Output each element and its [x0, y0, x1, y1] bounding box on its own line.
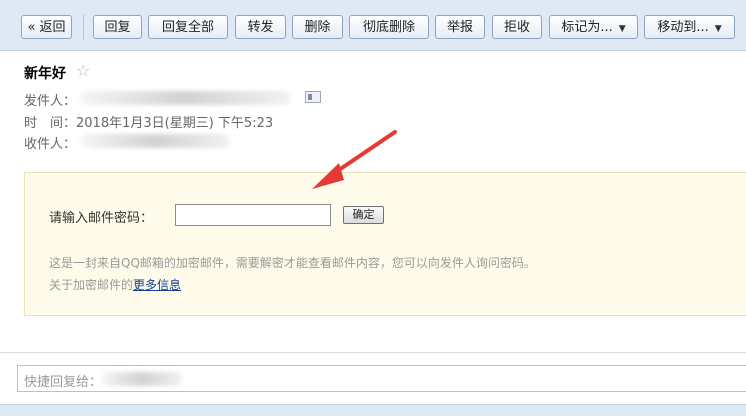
chevron-down-icon: ▼: [618, 24, 626, 34]
sender-label: 发件人：: [24, 94, 77, 109]
recipient-label: 收件人：: [24, 137, 77, 152]
report-button[interactable]: 举报: [435, 15, 485, 39]
time-row: 时 间：2018年1月3日(星期三) 下午5:23: [24, 112, 273, 131]
confirm-button[interactable]: 确定: [343, 206, 384, 224]
more-info-prefix: 关于加密邮件的: [49, 278, 134, 292]
password-label: 请输入邮件密码：: [49, 211, 154, 226]
time-value: 2018年1月3日(星期三) 下午5:23: [76, 116, 274, 131]
more-info-row: 关于加密邮件的更多信息: [49, 276, 181, 293]
sender-redacted: [80, 91, 290, 105]
divider: [0, 352, 746, 353]
encryption-hint: 这是一封来自QQ邮箱的加密邮件，需要解密才能查看邮件内容，您可以向发件人询问密码…: [49, 256, 536, 270]
delete-forever-button[interactable]: 彻底删除: [349, 15, 429, 39]
move-to-dropdown[interactable]: 移动到... ▼: [644, 15, 735, 39]
reject-button[interactable]: 拒收: [492, 15, 542, 39]
password-input[interactable]: [175, 204, 331, 226]
quick-reply-placeholder: 快捷回复给：: [24, 375, 103, 390]
more-info-link[interactable]: 更多信息: [133, 278, 181, 292]
chevron-down-icon: ▼: [714, 24, 722, 34]
encrypted-mail-panel: 请输入邮件密码： 确定 这是一封来自QQ邮箱的加密邮件，需要解密才能查看邮件内容…: [24, 172, 746, 316]
quick-reply-input[interactable]: 快捷回复给：: [17, 365, 746, 392]
mail-header: 新年好 ☆ 发件人： 时 间：2018年1月3日(星期三) 下午5:23 收件人…: [0, 51, 746, 155]
forward-button[interactable]: 转发: [235, 15, 286, 39]
mark-as-dropdown[interactable]: 标记为... ▼: [549, 15, 638, 39]
move-to-label: 移动到...: [657, 20, 709, 35]
delete-button[interactable]: 删除: [292, 15, 343, 39]
mail-toolbar: « 返回 回复 回复全部 转发 删除 彻底删除 举报 拒收 标记为... ▼ 移动…: [0, 0, 746, 51]
contact-card-icon[interactable]: [305, 91, 321, 103]
time-label: 时 间：: [24, 116, 77, 131]
reply-button[interactable]: 回复: [93, 15, 142, 39]
mail-subject: 新年好: [24, 66, 66, 82]
mark-as-label: 标记为...: [561, 20, 613, 35]
recipient-redacted: [80, 134, 230, 148]
quick-reply-recipient-redacted: [102, 372, 182, 386]
bottom-bar: [0, 404, 746, 416]
star-icon[interactable]: ☆: [76, 61, 90, 80]
toolbar-separator: [83, 14, 84, 40]
reply-all-button[interactable]: 回复全部: [148, 15, 228, 39]
back-button[interactable]: « 返回: [21, 15, 72, 39]
